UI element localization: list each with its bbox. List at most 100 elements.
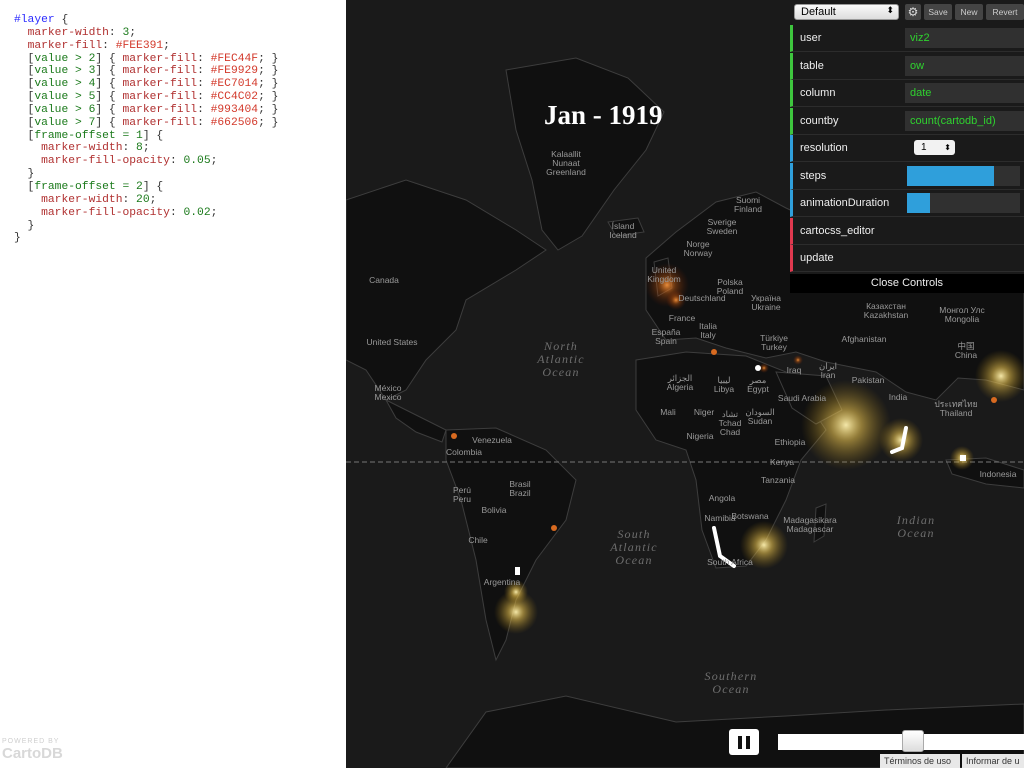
control-row-animationDuration[interactable]: animationDuration [790,190,1024,217]
resolution-select[interactable]: 1 ⬍ [914,140,955,155]
control-row-update[interactable]: update [790,245,1024,272]
close-controls-button[interactable]: Close Controls [790,274,1024,293]
code-token: ; [210,206,218,219]
control-input[interactable]: date [905,83,1024,103]
cartocss-editor[interactable]: #layer { marker-width: 3; marker-fill: #… [0,0,346,768]
country-label: United States [366,337,418,347]
country-label: تشاد Tchad Chad [718,409,742,437]
code-line[interactable]: marker-fill: #FEE391; [14,40,346,53]
gear-icon[interactable]: ⚙ [905,4,921,20]
control-slider[interactable] [907,193,1020,213]
control-label: animationDuration [800,197,890,209]
code-line[interactable]: marker-width: 20; [14,194,346,207]
pause-button[interactable] [729,729,759,755]
code-token: : [197,52,211,65]
country-label: ประเทศไทย Thailand [934,399,978,418]
ocean-label: Southern Ocean [704,669,758,696]
country-label: Pakistan [851,375,885,385]
country-label: Deutschland [678,293,726,303]
save-button[interactable]: Save [924,4,952,20]
code-token: : [197,65,211,78]
country-label: Niger [693,407,715,417]
terms-link[interactable]: Términos de uso [880,754,960,768]
new-button[interactable]: New [955,4,983,20]
code-token: #FE9929 [210,65,259,78]
control-row-user[interactable]: user viz2 [790,25,1024,52]
animated-marker-indonesia [960,455,966,461]
code-token: value > 4 [34,78,96,91]
animated-marker-argentina [515,567,520,575]
code-line[interactable]: } [14,168,346,181]
control-row-resolution[interactable]: resolution 1 ⬍ [790,135,1024,162]
control-label: steps [800,169,827,182]
code-token: ; } [258,91,279,104]
control-label: update [800,252,834,264]
country-label: Argentina [483,577,521,587]
ocean-label: North Atlantic Ocean [537,339,585,379]
control-row-countby[interactable]: countby count(cartodb_id) [790,107,1024,135]
code-token: : [197,91,211,104]
code-line[interactable]: marker-fill-opacity: 0.05; [14,155,346,168]
country-label: Mali [660,407,676,417]
timeline-slider[interactable] [778,734,1024,750]
country-label: الجزائر Algeria [666,373,694,392]
code-token: #layer [14,14,55,26]
code-token: : [169,206,184,219]
report-link[interactable]: Informar de u [962,754,1024,768]
code-token: } [14,219,35,232]
code-line[interactable]: [value > 6] { marker-fill: #993404; } [14,104,346,117]
code-line[interactable]: [value > 4] { marker-fill: #EC7014; } [14,78,346,91]
code-token: [ [14,180,35,193]
code-line[interactable]: [frame-offset = 1] { [14,130,346,143]
code-line[interactable]: [value > 3] { marker-fill: #FE9929; } [14,65,346,78]
code-line[interactable]: [frame-offset = 2] { [14,181,346,194]
control-slider[interactable] [907,165,1020,186]
country-label: Botswana [731,511,769,521]
cartocss-code[interactable]: #layer { marker-width: 3; marker-fill: #… [0,0,346,245]
code-line[interactable]: [value > 7] { marker-fill: #662506; } [14,117,346,130]
code-token: ] { [142,180,164,193]
country-label: ایران Iran [818,361,838,380]
code-token: [ [14,65,35,78]
country-label: Казахстан Kazakhstan [863,301,909,320]
control-row-column[interactable]: column date [790,80,1024,107]
timeline-handle[interactable] [902,730,925,752]
country-label: España Spain [651,327,681,346]
country-label: Indonesia [979,469,1017,479]
revert-button[interactable]: Revert [986,4,1024,20]
code-token: : [102,39,116,52]
code-line[interactable]: #layer { [14,14,346,27]
country-label: مصر Egypt [747,375,769,394]
code-line[interactable]: [value > 2] { marker-fill: #FEC44F; } [14,53,346,66]
code-line[interactable]: } [14,232,346,245]
code-token: ; } [258,103,279,116]
country-label: Sverige Sweden [706,217,738,236]
code-token: value > 2 [34,52,96,65]
control-row-table[interactable]: table ow [790,52,1024,80]
code-token: ; } [258,78,279,91]
code-line[interactable]: [value > 5] { marker-fill: #CC4C02; } [14,91,346,104]
code-token: [ [14,91,35,104]
country-label: France [668,313,696,323]
control-row-steps[interactable]: steps [790,162,1024,190]
code-token: ] { [95,116,123,129]
code-token: ] { [95,52,123,65]
code-token: value > 5 [34,91,96,104]
code-line[interactable]: marker-width: 8; [14,142,346,155]
control-input[interactable]: count(cartodb_id) [905,110,1024,131]
country-label: Kenya [769,457,795,467]
select-arrows-icon: ⬍ [886,5,894,15]
code-line[interactable]: marker-fill-opacity: 0.02; [14,207,346,220]
preset-select[interactable]: Default ⬍ [794,4,899,20]
code-token: [ [14,52,35,65]
control-row-cartocss_editor[interactable]: cartocss_editor [790,217,1024,245]
code-line[interactable]: marker-width: 3; [14,27,346,40]
code-line[interactable]: } [14,220,346,233]
country-label: Angola [708,493,736,503]
control-input[interactable]: ow [905,55,1024,76]
control-label: resolution [800,142,848,154]
code-token: marker-fill [122,78,198,91]
control-input[interactable]: viz2 [905,28,1024,48]
